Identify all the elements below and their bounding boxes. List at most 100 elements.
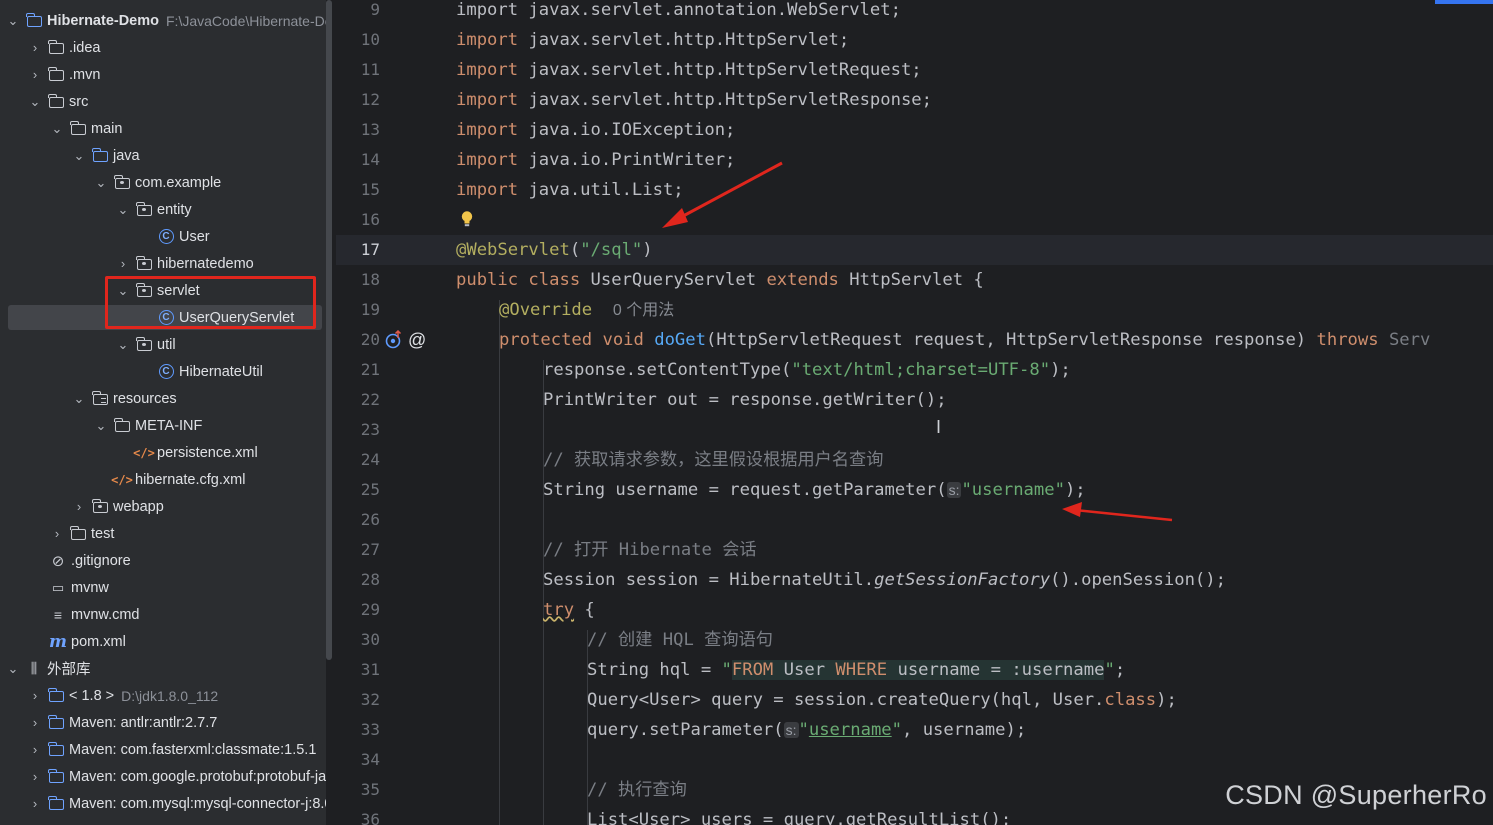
code-line[interactable]: 27 // 打开 Hibernate 会话	[336, 535, 1493, 565]
code-line[interactable]: 10 import javax.servlet.http.HttpServlet;	[336, 25, 1493, 55]
tree-item-label: Maven: antlr:antlr:2.7.7	[69, 714, 218, 731]
tree-item-src[interactable]: ⌄ src	[0, 88, 326, 115]
chevron-right-icon[interactable]: ›	[116, 256, 130, 271]
chevron-down-icon[interactable]: ⌄	[72, 391, 86, 406]
tree-item-com-example[interactable]: ⌄ com.example	[0, 169, 326, 196]
code-line[interactable]: 20 @ protected void doGet(HttpServletReq…	[336, 325, 1493, 355]
chevron-right-icon[interactable]: ›	[28, 742, 42, 757]
tree-item-meta-inf[interactable]: ⌄ META-INF	[0, 412, 326, 439]
folder-icon	[69, 526, 86, 542]
code-editor[interactable]: 9 import javax.servlet.annotation.WebServ…	[336, 0, 1493, 825]
tree-root[interactable]: ⌄ Hibernate-Demo F:\JavaCode\Hibernate-D…	[0, 7, 326, 34]
lightbulb-icon[interactable]	[460, 210, 474, 228]
tree-item-hibernateutil[interactable]: C HibernateUtil	[0, 358, 326, 385]
code-line[interactable]: 24 // 获取请求参数，这里假设根据用户名查询	[336, 445, 1493, 475]
code-line[interactable]: 25 String username = request.getParameter…	[336, 475, 1493, 505]
tree-item-external-libraries[interactable]: ⌄ ⫼ 外部库	[0, 655, 326, 682]
tree-item-main[interactable]: ⌄ main	[0, 115, 326, 142]
tree-item-resources[interactable]: ⌄ resources	[0, 385, 326, 412]
tree-item-idea[interactable]: › .idea	[0, 34, 326, 61]
code-line[interactable]: 13 import java.io.IOException;	[336, 115, 1493, 145]
parameter-hint: s:	[946, 482, 962, 498]
line-number: 28	[360, 570, 380, 589]
code-line[interactable]: 14 import java.io.PrintWriter;	[336, 145, 1493, 175]
usage-hint[interactable]: 0 个用法	[613, 302, 674, 319]
chevron-down-icon[interactable]: ⌄	[94, 418, 108, 433]
code-line[interactable]: 29 try {	[336, 595, 1493, 625]
chevron-down-icon[interactable]: ⌄	[6, 13, 20, 28]
chevron-right-icon[interactable]: ›	[28, 67, 42, 82]
library-jar-icon	[47, 742, 64, 758]
chevron-right-icon[interactable]: ›	[72, 499, 86, 514]
chevron-right-icon[interactable]: ›	[28, 40, 42, 55]
chevron-right-icon[interactable]: ›	[28, 715, 42, 730]
code-line[interactable]: 19 @Override 0 个用法	[336, 295, 1493, 325]
tree-item-maven-lib[interactable]: › Maven: com.google.protobuf:protobuf-ja	[0, 763, 326, 790]
tree-item-webapp[interactable]: › webapp	[0, 493, 326, 520]
code-line[interactable]: 22 PrintWriter out = response.getWriter()…	[336, 385, 1493, 415]
chevron-right-icon[interactable]: ›	[28, 769, 42, 784]
tree-scrollbar[interactable]	[326, 0, 332, 660]
chevron-down-icon[interactable]: ⌄	[50, 121, 64, 136]
chevron-right-icon[interactable]: ›	[28, 688, 42, 703]
tree-item-pom-xml[interactable]: m pom.xml	[0, 628, 326, 655]
code-line[interactable]: 15 import java.util.List;	[336, 175, 1493, 205]
code-line[interactable]: 32 Query<User> query = session.createQuer…	[336, 685, 1493, 715]
chevron-down-icon[interactable]: ⌄	[72, 148, 86, 163]
text-cursor-icon: I	[936, 417, 942, 437]
at-annotation-icon[interactable]: @	[408, 325, 426, 355]
tree-item-util[interactable]: ⌄ util	[0, 331, 326, 358]
code-text: PrintWriter out = response.getWriter();	[543, 390, 947, 410]
tree-item-maven-lib[interactable]: › Maven: com.mysql:mysql-connector-j:8.0	[0, 790, 326, 817]
tree-item-entity[interactable]: ⌄ entity	[0, 196, 326, 223]
code-line[interactable]: 31 String hql = "FROM User WHERE username…	[336, 655, 1493, 685]
tree-item-test[interactable]: › test	[0, 520, 326, 547]
tree-item-maven-lib[interactable]: › Maven: antlr:antlr:2.7.7	[0, 709, 326, 736]
chevron-right-icon[interactable]: ›	[28, 796, 42, 811]
line-number: 18	[360, 270, 380, 289]
code-line-current[interactable]: 17 @WebServlet("/sql")	[336, 235, 1493, 265]
code-line[interactable]: 18 public class UserQueryServlet extends …	[336, 265, 1493, 295]
code-line[interactable]: 34	[336, 745, 1493, 775]
tree-item-gitignore[interactable]: ⊘ .gitignore	[0, 547, 326, 574]
tree-item-hibernate-cfg-xml[interactable]: </> hibernate.cfg.xml	[0, 466, 326, 493]
tree-item-persistence-xml[interactable]: </> persistence.xml	[0, 439, 326, 466]
tree-item-mvn[interactable]: › .mvn	[0, 61, 326, 88]
override-gutter-icon[interactable]	[384, 325, 404, 355]
line-number: 21	[360, 360, 380, 379]
code-line[interactable]: 12 import javax.servlet.http.HttpServletR…	[336, 85, 1493, 115]
tree-item-label: Maven: com.fasterxml:classmate:1.5.1	[69, 741, 317, 758]
code-line[interactable]: 16	[336, 205, 1493, 235]
code-text: Session session = HibernateUtil.getSessi…	[543, 570, 1226, 590]
tree-item-mvnw-cmd[interactable]: ≡ mvnw.cmd	[0, 601, 326, 628]
code-line[interactable]: 28 Session session = HibernateUtil.getSes…	[336, 565, 1493, 595]
line-number: 9	[370, 0, 380, 19]
tree-item-java[interactable]: ⌄ java	[0, 142, 326, 169]
chevron-down-icon[interactable]: ⌄	[94, 175, 108, 190]
chevron-down-icon[interactable]: ⌄	[28, 94, 42, 109]
tree-item-user[interactable]: C User	[0, 223, 326, 250]
line-number: 10	[360, 30, 380, 49]
class-icon: C	[158, 364, 174, 380]
chevron-down-icon[interactable]: ⌄	[6, 661, 20, 676]
code-line[interactable]: 26	[336, 505, 1493, 535]
watermark: CSDN @SuperherRo	[1225, 780, 1487, 810]
tree-item-mvnw[interactable]: ▭ mvnw	[0, 574, 326, 601]
chevron-down-icon[interactable]: ⌄	[116, 337, 130, 352]
line-number: 30	[360, 630, 380, 649]
code-line[interactable]: 21 response.setContentType("text/html;cha…	[336, 355, 1493, 385]
tree-item-jdk[interactable]: › < 1.8 > D:\jdk1.8.0_112	[0, 682, 326, 709]
code-line[interactable]: 33 query.setParameter(s: "username", usern…	[336, 715, 1493, 745]
code-line[interactable]: 23 I	[336, 415, 1493, 445]
tree-item-maven-lib[interactable]: › Maven: com.fasterxml:classmate:1.5.1	[0, 736, 326, 763]
line-number: 35	[360, 780, 380, 799]
chevron-right-icon[interactable]: ›	[50, 526, 64, 541]
line-number: 14	[360, 150, 380, 169]
code-line[interactable]: 9 import javax.servlet.annotation.WebServ…	[336, 0, 1493, 25]
tree-item-label: main	[91, 120, 123, 137]
tree-item-hibernatedemo[interactable]: › hibernatedemo	[0, 250, 326, 277]
code-line[interactable]: 30 // 创建 HQL 查询语句	[336, 625, 1493, 655]
code-line[interactable]: 11 import javax.servlet.http.HttpServletR…	[336, 55, 1493, 85]
folder-icon	[47, 67, 64, 83]
chevron-down-icon[interactable]: ⌄	[116, 202, 130, 217]
